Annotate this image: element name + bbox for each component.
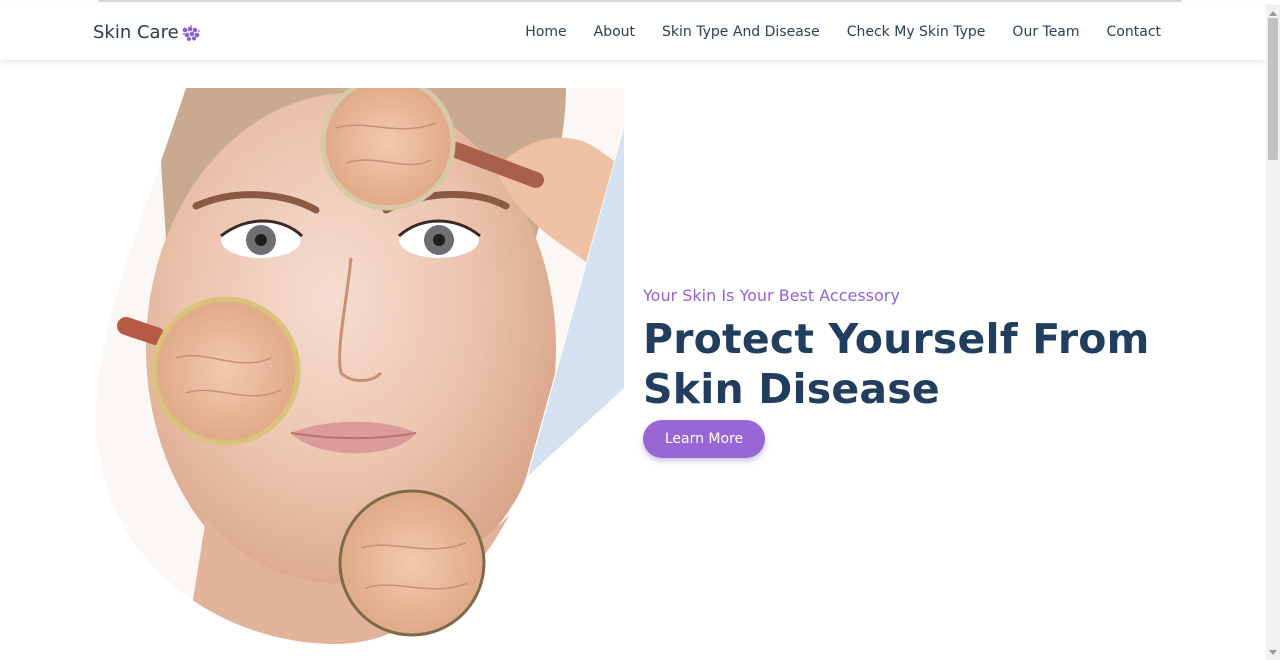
scroll-up-arrow-icon[interactable]: [1269, 11, 1277, 16]
scroll-down-arrow-icon[interactable]: [1269, 650, 1277, 655]
hero-text: Your Skin Is Your Best Accessory Protect…: [643, 286, 1203, 458]
nav-home[interactable]: Home: [525, 24, 566, 40]
navbar: Skin Care Home About Skin Type And Disea…: [0, 4, 1266, 60]
nav-contact[interactable]: Contact: [1107, 24, 1161, 40]
hero-headline-line1: Protect Yourself From: [643, 315, 1150, 363]
vertical-scrollbar[interactable]: [1266, 4, 1280, 660]
scroll-thumb[interactable]: [1268, 18, 1278, 160]
hero-headline: Protect Yourself From Skin Disease: [643, 314, 1203, 414]
hero-tagline: Your Skin Is Your Best Accessory: [643, 286, 900, 305]
top-border-line: [98, 0, 1182, 2]
brand-name: Skin Care: [93, 22, 179, 43]
nav-our-team[interactable]: Our Team: [1012, 24, 1079, 40]
nav-links: Home About Skin Type And Disease Check M…: [498, 24, 1161, 40]
hero-image: [96, 75, 624, 644]
nav-skin-type-and-disease[interactable]: Skin Type And Disease: [662, 24, 820, 40]
nav-check-my-skin-type[interactable]: Check My Skin Type: [847, 24, 986, 40]
hero-headline-line2: Skin Disease: [643, 365, 940, 413]
learn-more-button[interactable]: Learn More: [643, 420, 765, 458]
brand-logo[interactable]: Skin Care: [93, 22, 202, 43]
nav-about[interactable]: About: [594, 24, 635, 40]
dots-cluster-icon: [180, 24, 202, 42]
